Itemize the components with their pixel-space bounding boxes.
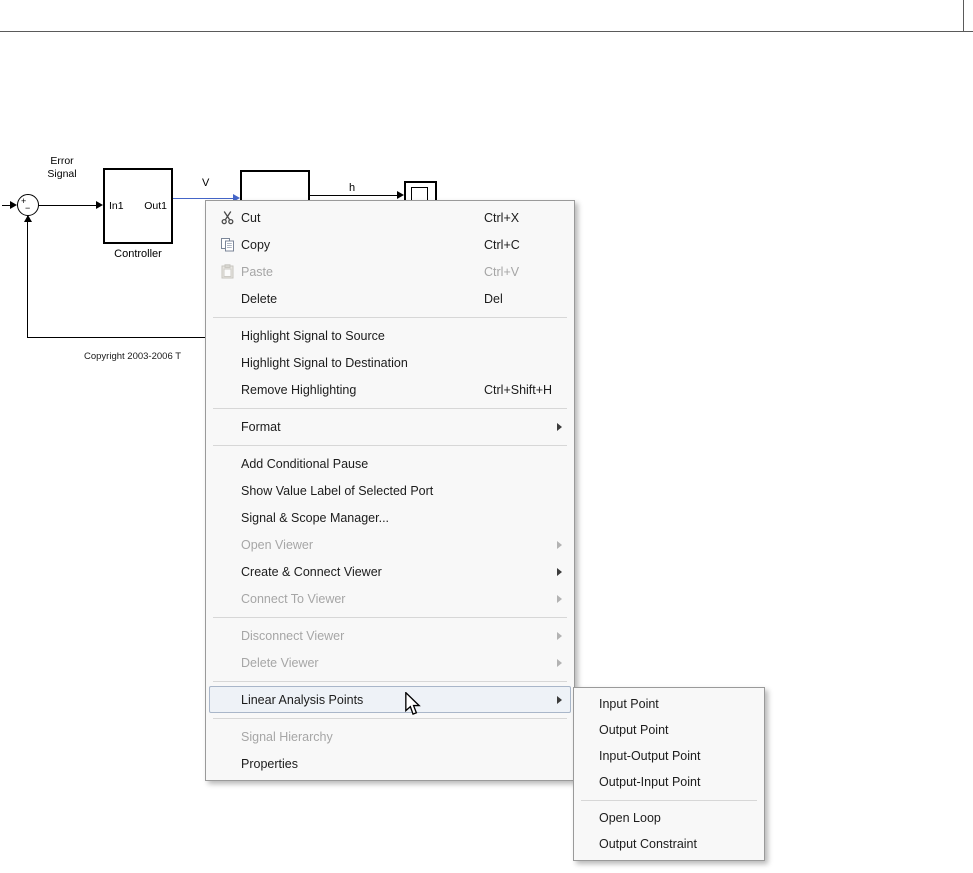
menu-separator <box>213 407 567 409</box>
menu-item-label: Show Value Label of Selected Port <box>241 483 434 498</box>
mouse-cursor-icon <box>405 692 421 716</box>
menu-item-remove-highlighting[interactable]: Remove Highlighting Ctrl+Shift+H <box>209 376 571 403</box>
menu-item-shortcut: Ctrl+C <box>484 237 520 252</box>
menu-item-paste: Paste Ctrl+V <box>209 258 571 285</box>
canvas-top-border <box>0 31 973 32</box>
menu-item-label: Copy <box>241 237 271 252</box>
menu-item-linear-analysis-points[interactable]: Linear Analysis Points <box>209 686 571 713</box>
menu-item-label: Open Loop <box>599 811 661 825</box>
menu-item-delete[interactable]: Delete Del <box>209 285 571 312</box>
submenu-arrow-icon <box>557 567 562 576</box>
controller-block[interactable]: In1 Out1 <box>103 168 173 244</box>
input-arrowhead-icon <box>10 201 17 209</box>
signal-h-line[interactable] <box>310 195 398 196</box>
menu-item-open-viewer: Open Viewer <box>209 531 571 558</box>
menu-item-label: Paste <box>241 264 273 279</box>
menu-item-label: Signal & Scope Manager... <box>241 510 390 525</box>
menu-item-add-conditional-pause[interactable]: Add Conditional Pause <box>209 450 571 477</box>
menu-item-shortcut: Del <box>484 291 503 306</box>
menu-separator <box>213 444 567 446</box>
menu-item-label: Linear Analysis Points <box>241 692 364 707</box>
menu-separator <box>213 316 567 318</box>
menu-item-label: Highlight Signal to Source <box>241 328 385 343</box>
scissors-icon <box>213 210 241 225</box>
menu-item-signal-hierarchy: Signal Hierarchy <box>209 723 571 750</box>
controller-in-port-label: In1 <box>109 200 124 212</box>
submenu-arrow-icon <box>557 422 562 431</box>
menu-item-output-input-point[interactable]: Output-Input Point <box>577 769 761 795</box>
paste-icon <box>213 264 241 279</box>
submenu-arrow-icon <box>557 540 562 549</box>
menu-item-highlight-signal-to-source[interactable]: Highlight Signal to Source <box>209 322 571 349</box>
menu-item-label: Output-Input Point <box>599 775 701 789</box>
menu-item-label: Output Point <box>599 723 669 737</box>
menu-item-label: Delete <box>241 291 278 306</box>
error-signal-label-line1: Error <box>50 155 74 167</box>
menu-item-show-value-label-of-selected-port[interactable]: Show Value Label of Selected Port <box>209 477 571 504</box>
error-signal-line[interactable] <box>39 205 97 206</box>
error-signal-label-line2: Signal <box>47 168 77 180</box>
menu-item-label: Delete Viewer <box>241 655 319 670</box>
sum-minus-sign: − <box>25 203 31 213</box>
menu-item-label: Create & Connect Viewer <box>241 564 382 579</box>
submenu-arrow-icon <box>557 594 562 603</box>
menu-item-format[interactable]: Format <box>209 413 571 440</box>
menu-item-label: Open Viewer <box>241 537 314 552</box>
menu-item-label: Output Constraint <box>599 837 697 851</box>
linear-analysis-submenu: Input Point Output Point Input-Output Poin… <box>573 687 765 861</box>
context-menu: Cut Ctrl+X Copy Ctrl+C Paste Ctrl+V Delete Del H… <box>205 200 575 781</box>
menu-separator <box>213 680 567 682</box>
menu-item-label: Connect To Viewer <box>241 591 346 606</box>
copy-icon <box>213 237 241 252</box>
menu-item-open-loop[interactable]: Open Loop <box>577 805 761 831</box>
menu-item-label: Add Conditional Pause <box>241 456 369 471</box>
menu-item-label: Properties <box>241 756 298 771</box>
menu-item-shortcut: Ctrl+V <box>484 264 520 279</box>
feedback-line-horizontal[interactable] <box>27 337 212 338</box>
menu-item-connect-to-viewer: Connect To Viewer <box>209 585 571 612</box>
menu-item-input-output-point[interactable]: Input-Output Point <box>577 743 761 769</box>
menu-item-label: Highlight Signal to Destination <box>241 355 408 370</box>
menu-item-properties[interactable]: Properties <box>209 750 571 777</box>
sum-block[interactable]: + − <box>17 194 39 216</box>
menu-item-shortcut: Ctrl+X <box>484 210 520 225</box>
menu-item-label: Remove Highlighting <box>241 382 357 397</box>
feedback-arrowhead-icon <box>24 215 32 222</box>
controller-block-label: Controller <box>114 248 162 260</box>
menu-item-output-point[interactable]: Output Point <box>577 717 761 743</box>
menu-item-label: Input Point <box>599 697 659 711</box>
menu-item-input-point[interactable]: Input Point <box>577 691 761 717</box>
menu-item-label: Cut <box>241 210 261 225</box>
error-signal-label: Error Signal <box>42 155 82 181</box>
menu-item-output-constraint[interactable]: Output Constraint <box>577 831 761 857</box>
menu-item-cut[interactable]: Cut Ctrl+X <box>209 204 571 231</box>
menu-item-label: Disconnect Viewer <box>241 628 345 643</box>
submenu-arrow-icon <box>557 631 562 640</box>
menu-item-label: Input-Output Point <box>599 749 701 763</box>
menu-item-shortcut: Ctrl+Shift+H <box>484 382 553 397</box>
feedback-line-vertical[interactable] <box>27 216 28 337</box>
menu-item-disconnect-viewer: Disconnect Viewer <box>209 622 571 649</box>
menu-item-copy[interactable]: Copy Ctrl+C <box>209 231 571 258</box>
menu-item-label: Format <box>241 419 281 434</box>
menu-separator <box>581 799 757 801</box>
menu-separator <box>213 717 567 719</box>
menu-item-highlight-signal-to-destination[interactable]: Highlight Signal to Destination <box>209 349 571 376</box>
signal-v-line[interactable] <box>173 198 234 199</box>
signal-v-label: V <box>202 177 210 189</box>
menu-item-delete-viewer: Delete Viewer <box>209 649 571 676</box>
canvas-right-border <box>963 0 964 31</box>
submenu-arrow-icon <box>557 695 562 704</box>
controller-input-arrowhead-icon <box>96 201 103 209</box>
scope-input-arrowhead-icon <box>397 191 404 199</box>
menu-item-signal-scope-manager[interactable]: Signal & Scope Manager... <box>209 504 571 531</box>
signal-h-label: h <box>349 182 356 194</box>
copyright-annotation: Copyright 2003-2006 T <box>84 351 181 362</box>
controller-out-port-label: Out1 <box>144 200 167 212</box>
menu-separator <box>213 616 567 618</box>
menu-item-label: Signal Hierarchy <box>241 729 333 744</box>
submenu-arrow-icon <box>557 658 562 667</box>
menu-item-create-connect-viewer[interactable]: Create & Connect Viewer <box>209 558 571 585</box>
